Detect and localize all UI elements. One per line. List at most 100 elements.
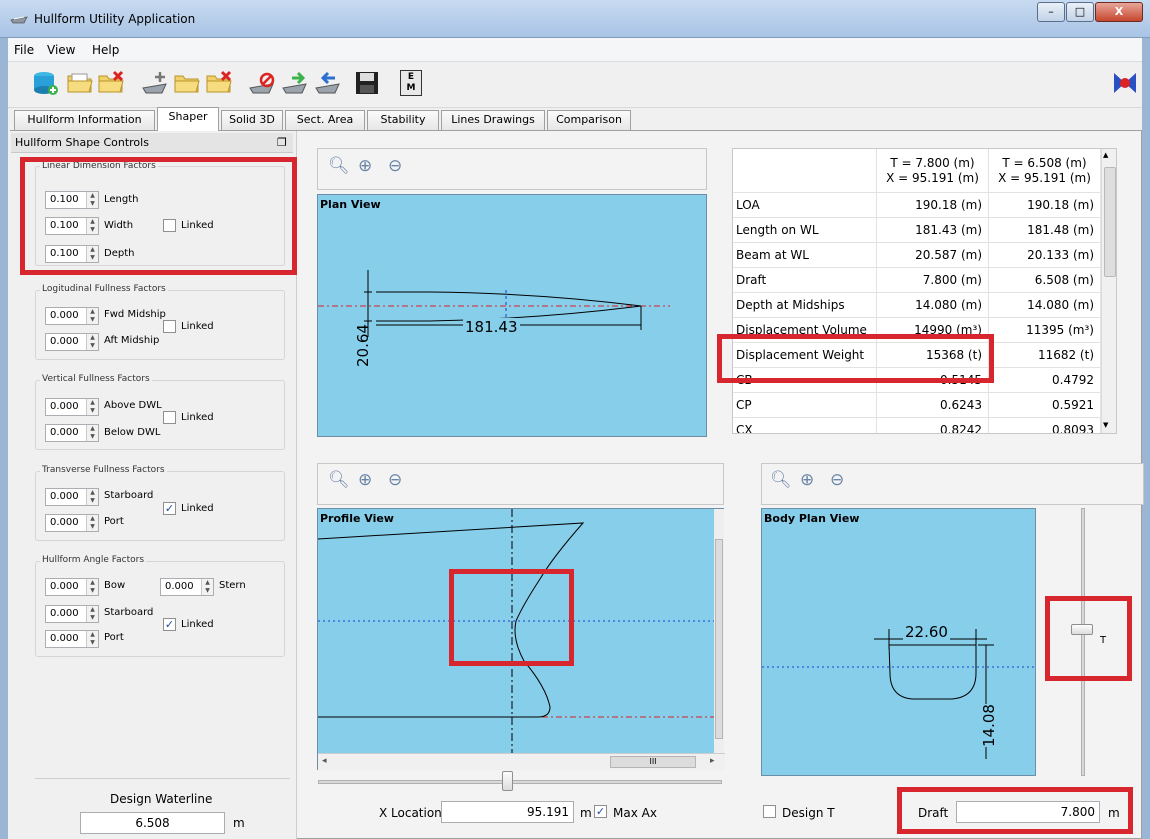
spin-arrows-icon[interactable]: ▲ ▼ <box>86 606 98 622</box>
body-plan-view[interactable]: Body Plan View 22.60 14.08 <box>761 508 1037 776</box>
x-location-slider-handle[interactable] <box>502 771 513 791</box>
delete-hull-icon[interactable] <box>247 68 277 98</box>
plan-view-drawing <box>318 270 670 337</box>
zoom-out-icon[interactable]: ⊖ <box>830 470 844 490</box>
starboard-fullness-label: Starboard <box>104 490 154 501</box>
hydrostatics-table[interactable]: T = 7.800 (m) X = 95.191 (m) T = 6.508 (m… <box>732 148 1117 434</box>
starboard-fullness-spinbox[interactable]: 0.000 ▲ ▼ <box>45 488 99 506</box>
zoom-fit-icon[interactable]: 🔍︎ <box>328 156 350 176</box>
plan-view[interactable]: Plan View 181.43 20.64 <box>317 194 707 437</box>
below-dwl-spinbox[interactable]: 0.000 ▲ ▼ <box>45 424 99 442</box>
body-beam-dimension: 22.60 <box>903 623 950 641</box>
profile-h-scroll-thumb[interactable]: III <box>610 756 696 768</box>
spin-arrows-icon[interactable]: ▲ ▼ <box>86 425 98 441</box>
table-cell-value: 11395 (m³) <box>989 318 1101 343</box>
table-row[interactable]: Beam at WL 20.587 (m) 20.133 (m) <box>733 243 1101 268</box>
scroll-right-icon[interactable]: ▸ <box>710 756 715 766</box>
starboard-angle-spinbox[interactable]: 0.000 ▲ ▼ <box>45 605 99 623</box>
x-location-slider-track[interactable] <box>318 780 722 784</box>
new-db-icon[interactable] <box>30 68 60 98</box>
profile-v-scroll-thumb[interactable] <box>715 539 723 739</box>
table-cell-value: 14.080 (m) <box>877 293 989 318</box>
menu-file[interactable]: File <box>14 43 34 57</box>
x-location-label: X Location <box>379 806 442 820</box>
tab-solid-3d[interactable]: Solid 3D <box>221 110 283 130</box>
spin-arrows-icon[interactable]: ▲ ▼ <box>86 579 98 595</box>
spin-arrows-icon[interactable]: ▲ ▼ <box>86 631 98 647</box>
spin-arrows-icon[interactable]: ▲ ▼ <box>86 399 98 415</box>
table-row-label: Length on WL <box>733 218 877 243</box>
tab-shaper[interactable]: Shaper <box>157 107 219 131</box>
zoom-in-icon[interactable]: ⊕ <box>358 470 372 490</box>
export-hull-icon[interactable] <box>313 68 343 98</box>
table-row[interactable]: Length on WL 181.43 (m) 181.48 (m) <box>733 218 1101 243</box>
angle-linked-checkbox[interactable]: ✓ <box>163 618 176 631</box>
above-dwl-spinbox[interactable]: 0.000 ▲ ▼ <box>45 398 99 416</box>
scroll-left-icon[interactable]: ◂ <box>322 756 327 766</box>
table-cell-value: 0.8093 <box>989 418 1101 433</box>
table-row[interactable]: LOA 190.18 (m) 190.18 (m) <box>733 193 1101 218</box>
spin-arrows-icon[interactable]: ▲ ▼ <box>86 334 98 350</box>
table-row[interactable]: CX 0.8242 0.8093 <box>733 418 1101 433</box>
design-waterline-input[interactable]: 6.508 <box>80 812 225 834</box>
profile-h-scrollbar[interactable]: ◂ III ▸ <box>318 753 725 770</box>
remove-hull-icon[interactable] <box>204 68 234 98</box>
vertical-linked-checkbox[interactable] <box>163 411 176 424</box>
undock-icon[interactable]: ❐ <box>277 136 287 149</box>
close-folder-icon[interactable] <box>96 68 126 98</box>
table-scrollbar[interactable]: ▲ ▼ <box>1101 149 1116 433</box>
zoom-in-icon[interactable]: ⊕ <box>800 470 814 490</box>
import-hull-icon[interactable] <box>280 68 310 98</box>
spin-arrows-icon[interactable]: ▲ ▼ <box>86 515 98 531</box>
minimize-button[interactable]: – <box>1037 2 1065 22</box>
add-hull-icon[interactable] <box>140 68 170 98</box>
port-angle-spinbox[interactable]: 0.000 ▲ ▼ <box>45 630 99 648</box>
table-row[interactable]: Depth at Midships 14.080 (m) 14.080 (m) <box>733 293 1101 318</box>
tab-stability[interactable]: Stability <box>367 110 439 130</box>
spin-arrows-icon[interactable]: ▲ ▼ <box>86 489 98 505</box>
aft-midship-label: Aft Midship <box>104 335 160 346</box>
open-folder-icon[interactable] <box>65 68 95 98</box>
save-icon[interactable] <box>352 68 382 98</box>
bow-angle-spinbox[interactable]: 0.000 ▲ ▼ <box>45 578 99 596</box>
design-t-checkbox[interactable] <box>763 805 776 818</box>
profile-v-scrollbar[interactable] <box>714 509 724 753</box>
app-icon <box>10 16 28 24</box>
fwd-midship-spinbox[interactable]: 0.000 ▲ ▼ <box>45 307 99 325</box>
bow-angle-label: Bow <box>104 580 126 591</box>
close-button[interactable]: X <box>1095 2 1143 22</box>
spin-arrows-icon[interactable]: ▲ ▼ <box>201 579 213 595</box>
tab-hullform-information[interactable]: Hullform Information <box>14 110 155 130</box>
longitudinal-linked-checkbox[interactable] <box>163 320 176 333</box>
tab-lines-drawings[interactable]: Lines Drawings <box>441 110 545 130</box>
max-ax-checkbox[interactable]: ✓ <box>594 805 607 818</box>
starboard-fullness-value: 0.000 <box>50 491 79 502</box>
table-row[interactable]: CP 0.6243 0.5921 <box>733 393 1101 418</box>
tab-sect-area[interactable]: Sect. Area <box>285 110 365 130</box>
highlight-draft-field <box>897 787 1133 834</box>
x-location-input[interactable]: 95.191 <box>441 801 574 823</box>
zoom-out-icon[interactable]: ⊖ <box>388 156 402 176</box>
table-row[interactable]: Draft 7.800 (m) 6.508 (m) <box>733 268 1101 293</box>
scroll-up-icon[interactable]: ▲ <box>1103 151 1108 159</box>
zoom-in-icon[interactable]: ⊕ <box>358 156 372 176</box>
transverse-linked-checkbox[interactable]: ✓ <box>163 502 176 515</box>
open-hull-icon[interactable] <box>172 68 202 98</box>
tab-comparison[interactable]: Comparison <box>547 110 631 130</box>
zoom-fit-icon[interactable]: 🔍︎ <box>770 470 792 490</box>
aft-midship-spinbox[interactable]: 0.000 ▲ ▼ <box>45 333 99 351</box>
zoom-out-icon[interactable]: ⊖ <box>388 470 402 490</box>
menu-view[interactable]: View <box>47 43 75 57</box>
spin-arrows-icon[interactable]: ▲ ▼ <box>86 308 98 324</box>
scroll-down-icon[interactable]: ▼ <box>1103 421 1108 429</box>
above-dwl-value: 0.000 <box>50 401 79 412</box>
col2-header-line2: X = 95.191 (m) <box>998 171 1091 185</box>
maximize-button[interactable]: □ <box>1066 2 1094 22</box>
table-scroll-thumb[interactable] <box>1104 167 1116 277</box>
above-dwl-label: Above DWL <box>104 400 162 411</box>
stern-angle-spinbox[interactable]: 0.000 ▲ ▼ <box>160 578 214 596</box>
units-icon[interactable]: E M <box>400 70 422 96</box>
menu-help[interactable]: Help <box>92 43 119 57</box>
port-fullness-spinbox[interactable]: 0.000 ▲ ▼ <box>45 514 99 532</box>
zoom-fit-icon[interactable]: 🔍︎ <box>328 470 350 490</box>
